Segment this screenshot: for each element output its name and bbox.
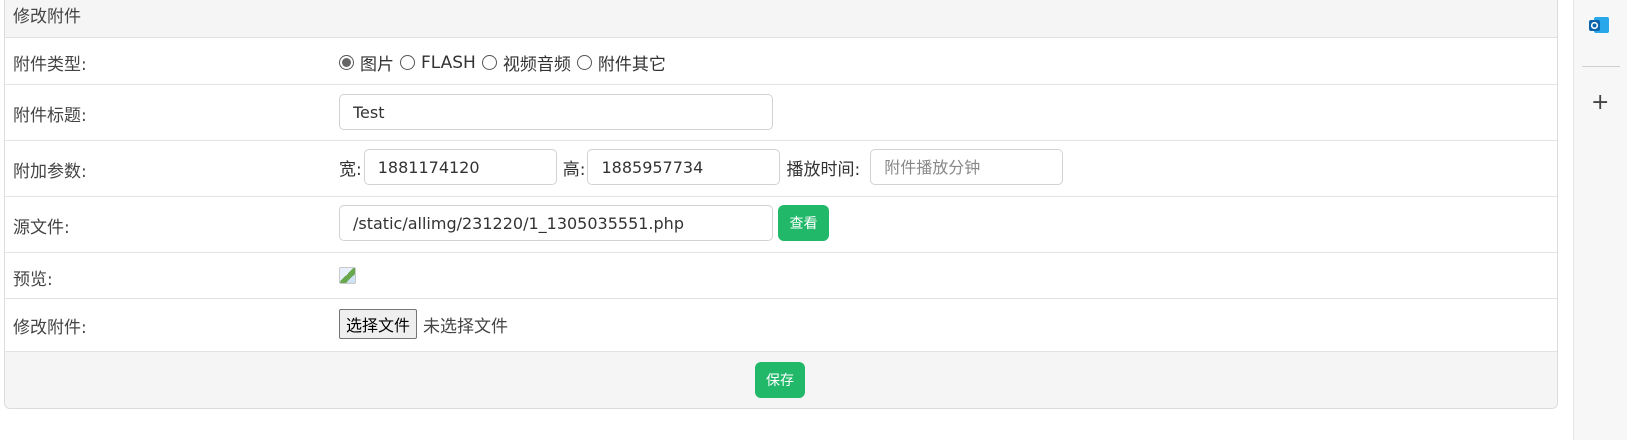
- extra-params-label: 附加参数:: [13, 162, 87, 182]
- height-input[interactable]: [587, 149, 781, 185]
- browser-sidebar: +: [1573, 0, 1627, 440]
- view-button[interactable]: 查看: [778, 205, 829, 241]
- radio-other[interactable]: [576, 55, 592, 70]
- sidebar-divider: [1582, 66, 1620, 67]
- file-chooser: 选择文件 未选择文件: [339, 309, 508, 339]
- source-file-label: 源文件:: [13, 218, 70, 238]
- attachment-title-field-wrap: [339, 94, 773, 130]
- plus-icon[interactable]: +: [1591, 90, 1609, 115]
- row-preview: 预览:: [5, 253, 1557, 299]
- radio-video-audio[interactable]: [481, 55, 497, 70]
- preview-label: 预览:: [13, 270, 53, 290]
- preview-image: [339, 267, 356, 284]
- radio-flash-label[interactable]: FLASH: [421, 53, 476, 73]
- row-modify-attachment: 修改附件: 选择文件 未选择文件: [5, 299, 1557, 352]
- radio-image-label[interactable]: 图片: [360, 50, 394, 75]
- outlook-icon[interactable]: [1588, 14, 1610, 36]
- radio-other-label[interactable]: 附件其它: [598, 50, 666, 75]
- row-source-file: 源文件: 查看: [5, 197, 1557, 253]
- form-footer: 保存: [5, 352, 1557, 408]
- choose-file-button[interactable]: 选择文件: [339, 309, 418, 339]
- row-extra-params: 附加参数: 宽: 高: 播放时间:: [5, 141, 1557, 197]
- width-label: 宽:: [339, 159, 362, 180]
- radio-flash[interactable]: [400, 55, 415, 70]
- row-attachment-type: 附件类型: 图片 FLASH 视频音频 附件其它: [5, 38, 1557, 85]
- file-status-text: 未选择文件: [423, 316, 509, 337]
- height-label: 高:: [562, 159, 586, 180]
- play-time-input[interactable]: [870, 149, 1064, 185]
- radio-video-audio-label[interactable]: 视频音频: [503, 50, 571, 75]
- modify-attachment-label: 修改附件:: [13, 318, 87, 338]
- radio-image[interactable]: [339, 55, 354, 70]
- panel-title: 修改附件: [5, 0, 1557, 38]
- attachment-type-label: 附件类型:: [13, 55, 87, 75]
- attachment-title-label: 附件标题:: [13, 106, 87, 126]
- edit-attachment-panel: 修改附件 附件类型: 图片 FLASH 视频音频 附件其它 附件标题: 附加参数…: [4, 0, 1558, 409]
- save-button[interactable]: 保存: [755, 362, 805, 398]
- row-attachment-title: 附件标题:: [5, 85, 1557, 141]
- width-input[interactable]: [363, 149, 557, 185]
- preview-field-wrap: [339, 267, 356, 284]
- source-file-input[interactable]: [339, 205, 773, 241]
- attachment-title-input[interactable]: [339, 94, 773, 130]
- extra-params-fields: 宽: 高: 播放时间:: [339, 149, 1064, 185]
- source-file-fields: 查看: [339, 205, 829, 241]
- play-time-label: 播放时间:: [786, 159, 861, 180]
- attachment-type-radios: 图片 FLASH 视频音频 附件其它: [339, 50, 672, 75]
